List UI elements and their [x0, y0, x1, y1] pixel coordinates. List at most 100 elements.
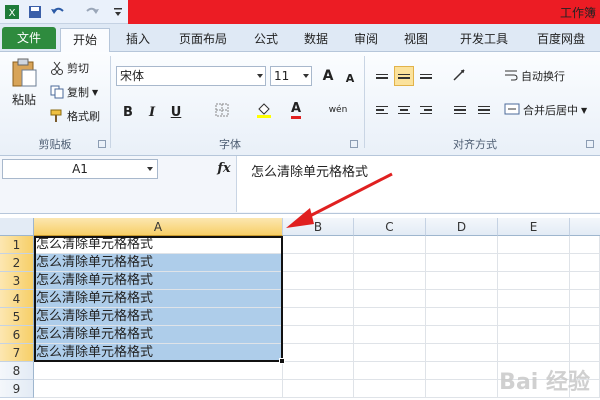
cell[interactable]: [283, 236, 354, 254]
cell[interactable]: [498, 236, 570, 254]
cell[interactable]: [426, 236, 498, 254]
cell[interactable]: [570, 344, 600, 362]
cell[interactable]: [283, 344, 354, 362]
tab-developer[interactable]: 开发工具: [450, 28, 518, 52]
cell[interactable]: [283, 362, 354, 380]
cell[interactable]: [283, 254, 354, 272]
cell[interactable]: [354, 236, 426, 254]
cell[interactable]: [498, 308, 570, 326]
shrink-font-button[interactable]: A: [340, 68, 360, 88]
tab-data[interactable]: 数据: [296, 28, 336, 52]
cell-a9[interactable]: [34, 380, 283, 398]
fill-color-button[interactable]: [254, 102, 274, 122]
fill-handle[interactable]: [279, 358, 285, 364]
font-size-combo[interactable]: 11: [270, 66, 312, 86]
cell[interactable]: [354, 380, 426, 398]
borders-button[interactable]: [212, 102, 232, 122]
cell[interactable]: [498, 326, 570, 344]
clipboard-launcher-icon[interactable]: [98, 140, 106, 148]
italic-button[interactable]: I: [142, 102, 162, 122]
cell[interactable]: [354, 290, 426, 308]
cell[interactable]: [570, 236, 600, 254]
alignment-launcher-icon[interactable]: [586, 140, 594, 148]
cell[interactable]: [426, 290, 498, 308]
customize-toolbar-icon[interactable]: [112, 3, 124, 21]
column-header-a[interactable]: A: [34, 218, 283, 236]
row-header[interactable]: 7: [0, 344, 34, 362]
cut-button[interactable]: 剪切: [50, 60, 89, 76]
merge-center-button[interactable]: 合并后居中 ▼: [504, 102, 587, 118]
align-left-button[interactable]: [372, 100, 392, 120]
tab-insert[interactable]: 插入: [116, 28, 160, 52]
cell[interactable]: [426, 308, 498, 326]
format-painter-button[interactable]: 格式刷: [50, 108, 100, 124]
cell[interactable]: [283, 380, 354, 398]
bold-button[interactable]: B: [118, 102, 138, 122]
orientation-button[interactable]: [450, 66, 470, 86]
tab-page-layout[interactable]: 页面布局: [168, 28, 238, 52]
tab-view[interactable]: 视图: [396, 28, 436, 52]
undo-icon[interactable]: [48, 3, 70, 21]
cell[interactable]: [354, 254, 426, 272]
tab-formulas[interactable]: 公式: [246, 28, 286, 52]
align-top-button[interactable]: [372, 66, 392, 86]
increase-indent-button[interactable]: [474, 100, 494, 120]
row-header[interactable]: 9: [0, 380, 34, 398]
tab-home[interactable]: 开始: [60, 28, 110, 53]
cell[interactable]: [570, 272, 600, 290]
cell[interactable]: [498, 254, 570, 272]
cell[interactable]: [354, 308, 426, 326]
row-header[interactable]: 5: [0, 308, 34, 326]
align-center-button[interactable]: [394, 100, 414, 120]
row-header[interactable]: 3: [0, 272, 34, 290]
cell[interactable]: [426, 380, 498, 398]
grow-font-button[interactable]: A: [318, 66, 338, 86]
row-header[interactable]: 6: [0, 326, 34, 344]
cell[interactable]: [283, 290, 354, 308]
align-middle-button[interactable]: [394, 66, 414, 86]
font-name-combo[interactable]: 宋体: [116, 66, 266, 86]
font-color-button[interactable]: A: [286, 100, 306, 120]
column-header-f[interactable]: [570, 218, 600, 236]
cell[interactable]: [283, 308, 354, 326]
cell[interactable]: [498, 290, 570, 308]
copy-button[interactable]: 复制 ▼: [50, 84, 98, 100]
column-header-e[interactable]: E: [498, 218, 570, 236]
cell[interactable]: [283, 272, 354, 290]
cell[interactable]: [426, 254, 498, 272]
tab-baidu-netdisk[interactable]: 百度网盘: [528, 28, 594, 52]
cell[interactable]: [426, 272, 498, 290]
row-header[interactable]: 4: [0, 290, 34, 308]
cell[interactable]: [570, 308, 600, 326]
underline-button[interactable]: U: [166, 102, 186, 122]
row-header[interactable]: 1: [0, 236, 34, 254]
cell[interactable]: [354, 326, 426, 344]
cell[interactable]: [426, 344, 498, 362]
cell[interactable]: [570, 290, 600, 308]
wrap-text-button[interactable]: 自动换行: [504, 68, 565, 84]
name-box[interactable]: A1: [2, 159, 158, 179]
cell[interactable]: [283, 326, 354, 344]
redo-icon[interactable]: [80, 3, 102, 21]
column-header-d[interactable]: D: [426, 218, 498, 236]
cell[interactable]: [354, 362, 426, 380]
cell[interactable]: [354, 272, 426, 290]
font-launcher-icon[interactable]: [350, 140, 358, 148]
save-icon[interactable]: [26, 3, 44, 21]
insert-function-icon[interactable]: fx: [212, 159, 236, 179]
align-right-button[interactable]: [416, 100, 436, 120]
tab-file[interactable]: 文件: [2, 27, 56, 49]
pinyin-button[interactable]: wén: [328, 100, 348, 120]
paste-button[interactable]: 粘贴: [6, 58, 42, 108]
cell[interactable]: [426, 326, 498, 344]
cell-a8[interactable]: [34, 362, 283, 380]
cell[interactable]: [570, 326, 600, 344]
cell[interactable]: [498, 344, 570, 362]
tab-review[interactable]: 审阅: [346, 28, 386, 52]
decrease-indent-button[interactable]: [450, 100, 470, 120]
cell[interactable]: [570, 254, 600, 272]
row-header[interactable]: 8: [0, 362, 34, 380]
cell[interactable]: [426, 362, 498, 380]
cell[interactable]: [498, 272, 570, 290]
select-all-corner[interactable]: [0, 218, 34, 236]
